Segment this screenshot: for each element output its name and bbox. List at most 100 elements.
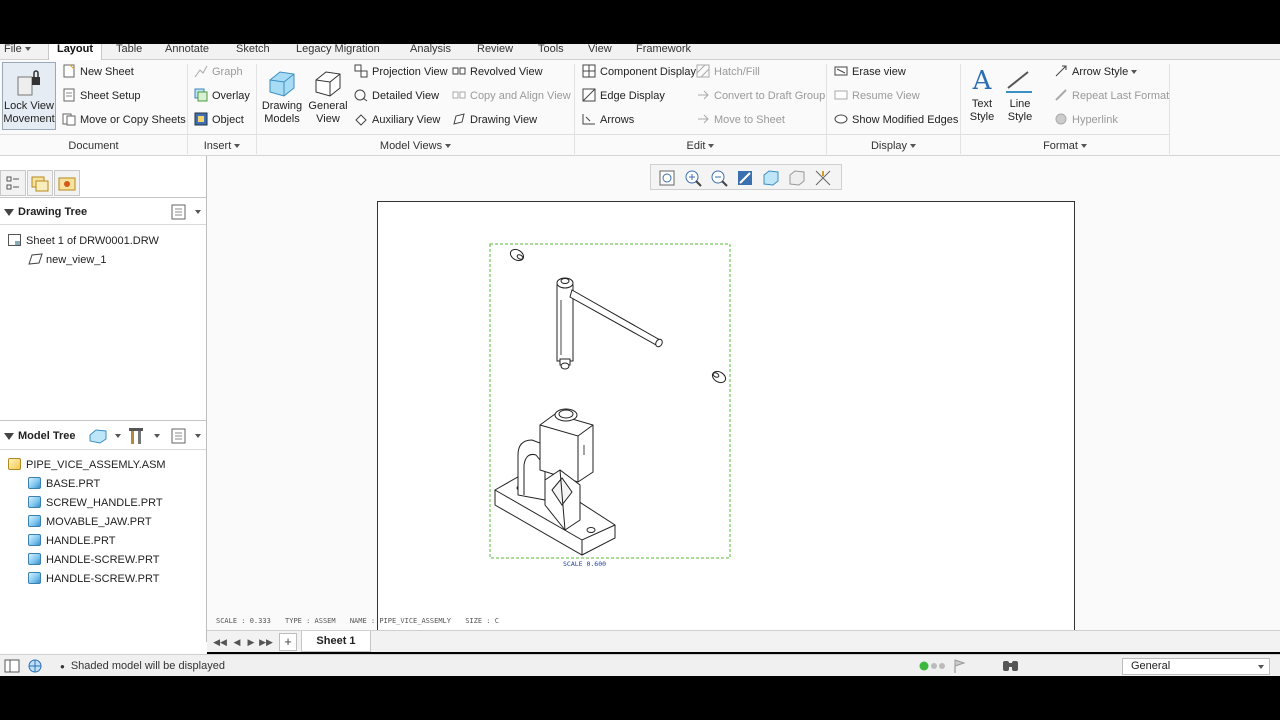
find-icon[interactable] xyxy=(1000,658,1022,674)
drawing-sheet[interactable] xyxy=(377,201,1075,631)
group-insert[interactable]: Insert xyxy=(188,134,256,156)
line-style-button[interactable]: Line Style xyxy=(1002,66,1038,124)
drawing-models-label: Drawing Models xyxy=(261,100,303,125)
move-to-sheet-button[interactable]: Move to Sheet xyxy=(696,110,785,130)
overlay-button[interactable]: Overlay xyxy=(194,86,250,106)
erase-view-button[interactable]: Erase view xyxy=(834,62,906,82)
revolved-view-button[interactable]: Revolved View xyxy=(452,62,543,82)
auxiliary-view-button[interactable]: Auxiliary View xyxy=(354,110,440,130)
arrow-style-icon xyxy=(1054,64,1068,78)
tree-settings-icon[interactable] xyxy=(170,203,188,221)
sheet-type: TYPE : ASSEM xyxy=(285,617,336,625)
chevron-down-icon[interactable] xyxy=(154,434,160,438)
group-display[interactable]: Display xyxy=(827,134,960,156)
first-sheet-icon[interactable]: ◀◀ xyxy=(213,635,227,649)
sheet-setup-button[interactable]: Sheet Setup xyxy=(62,86,141,106)
edge-display-icon xyxy=(582,88,596,102)
tab-analysis[interactable]: Analysis xyxy=(410,44,451,60)
next-sheet-icon[interactable]: ▶ xyxy=(244,635,258,649)
overlay-label: Overlay xyxy=(212,90,250,102)
browser-toggle-icon[interactable] xyxy=(26,658,44,674)
selection-filter-value: General xyxy=(1131,660,1171,672)
repaint-icon[interactable] xyxy=(735,168,755,188)
zoom-in-icon[interactable] xyxy=(683,168,703,188)
refit-icon[interactable] xyxy=(657,168,677,188)
tree-item-part[interactable]: HANDLE-SCREW.PRT xyxy=(28,551,159,569)
add-sheet-button[interactable]: + xyxy=(279,633,297,651)
hyperlink-button[interactable]: Hyperlink xyxy=(1054,110,1118,130)
move-copy-sheets-button[interactable]: Move or Copy Sheets xyxy=(62,110,186,130)
model-selector-icon[interactable] xyxy=(88,427,108,445)
collapse-triangle-icon[interactable] xyxy=(4,207,14,217)
group-model-views[interactable]: Model Views xyxy=(257,134,574,156)
selection-filter-dropdown[interactable]: General xyxy=(1122,658,1270,675)
flag-icon[interactable] xyxy=(952,658,966,674)
chevron-down-icon[interactable] xyxy=(195,210,201,214)
tab-layers[interactable] xyxy=(27,170,53,196)
tree-settings-icon[interactable] xyxy=(170,427,188,445)
drawing-models-button[interactable]: Drawing Models xyxy=(260,68,304,126)
copy-align-view-button[interactable]: Copy and Align View xyxy=(452,86,571,106)
drawing-view-button[interactable]: Drawing View xyxy=(452,110,537,130)
model-tree-title: Model Tree xyxy=(18,430,76,442)
collapse-triangle-icon[interactable] xyxy=(4,431,14,441)
regen-status-icon[interactable] xyxy=(918,660,948,672)
tools-icon[interactable] xyxy=(128,426,146,446)
repeat-last-format-button[interactable]: Repeat Last Format xyxy=(1054,86,1169,106)
hatch-fill-button[interactable]: Hatch/Fill xyxy=(696,62,760,82)
sheet-size: SIZE : C xyxy=(465,617,499,625)
graph-button[interactable]: Graph xyxy=(194,62,243,82)
tab-review[interactable]: Review xyxy=(477,44,513,60)
datum-display-icon[interactable] xyxy=(813,168,833,188)
projection-view-button[interactable]: Projection View xyxy=(354,62,448,82)
last-sheet-icon[interactable]: ▶▶ xyxy=(259,635,273,649)
component-display-button[interactable]: Component Display xyxy=(582,62,696,82)
display-style-icon[interactable] xyxy=(761,168,781,188)
hidden-line-icon[interactable] xyxy=(787,168,807,188)
tab-table[interactable]: Table xyxy=(116,44,142,60)
tree-toggle-icon[interactable] xyxy=(4,658,22,674)
chevron-down-icon[interactable] xyxy=(195,434,201,438)
arrow-style-button[interactable]: Arrow Style xyxy=(1054,62,1138,82)
tree-item-part[interactable]: MOVABLE_JAW.PRT xyxy=(28,513,152,531)
chevron-down-icon[interactable] xyxy=(115,434,121,438)
detailed-view-button[interactable]: Detailed View xyxy=(354,86,439,106)
tree-item-assembly[interactable]: PIPE_VICE_ASSEMLY.ASM xyxy=(8,456,166,474)
lock-view-movement-button[interactable]: Lock View Movement xyxy=(2,62,56,130)
lock-view-movement-label: Lock View Movement xyxy=(3,100,55,125)
tab-file[interactable]: File xyxy=(4,44,31,60)
tab-framework[interactable]: Framework xyxy=(636,44,691,60)
tab-drawing-tree[interactable] xyxy=(0,170,26,196)
tab-annotate[interactable]: Annotate xyxy=(165,44,209,60)
show-modified-edges-icon xyxy=(834,112,848,126)
projection-view-label: Projection View xyxy=(372,66,448,78)
tab-view[interactable]: View xyxy=(588,44,612,60)
prev-sheet-icon[interactable]: ◀ xyxy=(230,635,244,649)
tree-item-view[interactable]: new_view_1 xyxy=(28,251,107,269)
tree-item-part[interactable]: HANDLE-SCREW.PRT xyxy=(28,570,159,588)
tab-sheet-1[interactable]: Sheet 1 xyxy=(301,631,371,652)
tab-favorites[interactable] xyxy=(54,170,80,196)
tab-sketch[interactable]: Sketch xyxy=(236,44,270,60)
tab-legacy-migration[interactable]: Legacy Migration xyxy=(296,44,380,60)
text-style-label: Text Style xyxy=(969,98,995,123)
zoom-out-icon[interactable] xyxy=(709,168,729,188)
arrows-button[interactable]: Arrows xyxy=(582,110,634,130)
resume-view-button[interactable]: Resume View xyxy=(834,86,920,106)
tab-tools[interactable]: Tools xyxy=(538,44,564,60)
group-edit[interactable]: Edit xyxy=(575,134,826,156)
tree-item-part[interactable]: SCREW_HANDLE.PRT xyxy=(28,494,163,512)
tree-item-sheet[interactable]: Sheet 1 of DRW0001.DRW xyxy=(8,232,159,250)
group-format[interactable]: Format xyxy=(961,134,1169,156)
new-sheet-button[interactable]: New Sheet xyxy=(62,62,134,82)
tree-item-part[interactable]: BASE.PRT xyxy=(28,475,100,493)
edge-display-button[interactable]: Edge Display xyxy=(582,86,665,106)
show-modified-edges-button[interactable]: Show Modified Edges xyxy=(834,110,958,130)
tab-layout[interactable]: Layout xyxy=(48,44,102,61)
object-button[interactable]: Object xyxy=(194,110,244,130)
convert-draft-group-button[interactable]: Convert to Draft Group xyxy=(696,86,825,106)
text-style-button[interactable]: A Text Style xyxy=(964,66,1000,124)
group-model-views-label: Model Views xyxy=(379,140,443,152)
tree-item-part[interactable]: HANDLE.PRT xyxy=(28,532,115,550)
general-view-button[interactable]: General View xyxy=(306,68,350,126)
